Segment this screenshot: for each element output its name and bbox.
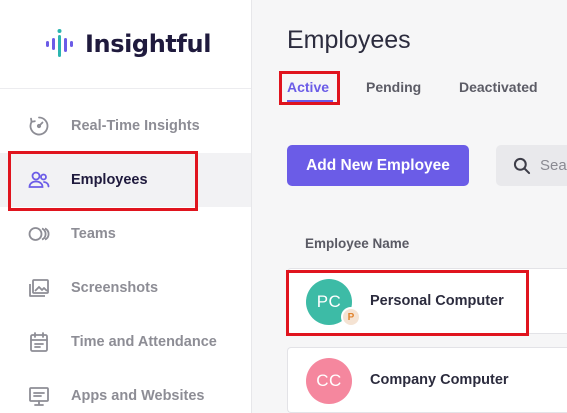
- search-icon: [513, 157, 531, 174]
- tab-active[interactable]: Active: [287, 79, 329, 95]
- avatar: CC: [306, 358, 352, 404]
- sidebar-item-label: Real-Time Insights: [71, 118, 200, 134]
- employees-icon: [26, 167, 52, 193]
- realtime-insights-icon: [26, 113, 52, 139]
- page-title: Employees: [287, 26, 411, 54]
- search-placeholder: Sea: [540, 157, 567, 174]
- sidebar-item-apps-and-websites[interactable]: Apps and Websites: [0, 369, 251, 413]
- add-new-employee-button[interactable]: Add New Employee: [287, 145, 469, 186]
- sidebar-item-time-and-attendance[interactable]: Time and Attendance: [0, 315, 251, 369]
- sidebar-item-screenshots[interactable]: Screenshots: [0, 261, 251, 315]
- tab-deactivated[interactable]: Deactivated: [459, 79, 538, 95]
- table-row[interactable]: PC P Personal Computer: [287, 268, 567, 334]
- search-input[interactable]: Sea: [496, 145, 567, 186]
- employee-name[interactable]: Company Computer: [370, 372, 509, 388]
- time-attendance-icon: [26, 329, 52, 355]
- teams-icon: [26, 221, 52, 247]
- active-tab-indicator: [287, 100, 333, 102]
- tab-pending[interactable]: Pending: [366, 79, 421, 95]
- employee-name[interactable]: Personal Computer: [370, 293, 504, 309]
- sidebar-item-label: Employees: [71, 172, 148, 188]
- apps-websites-icon: [26, 383, 52, 409]
- sidebar: Insightful Real-Time Insights Employees: [0, 0, 252, 413]
- screenshots-icon: [26, 275, 52, 301]
- sidebar-item-label: Time and Attendance: [71, 334, 217, 350]
- column-header-employee-name[interactable]: Employee Name: [305, 236, 409, 251]
- insightful-logo-icon: [46, 29, 73, 57]
- brand-logo[interactable]: Insightful: [43, 22, 211, 66]
- sidebar-divider: [0, 88, 251, 89]
- brand-name: Insightful: [85, 30, 212, 58]
- personal-badge: P: [341, 307, 361, 327]
- sidebar-item-label: Apps and Websites: [71, 388, 205, 404]
- sidebar-item-label: Screenshots: [71, 280, 159, 296]
- table-row[interactable]: CC Company Computer: [287, 347, 567, 413]
- sidebar-item-teams[interactable]: Teams: [0, 207, 251, 261]
- sidebar-item-real-time-insights[interactable]: Real-Time Insights: [0, 99, 251, 153]
- main-content: Employees Active Pending Deactivated Add…: [252, 0, 567, 413]
- sidebar-item-label: Teams: [71, 226, 116, 242]
- sidebar-item-employees[interactable]: Employees: [0, 153, 251, 207]
